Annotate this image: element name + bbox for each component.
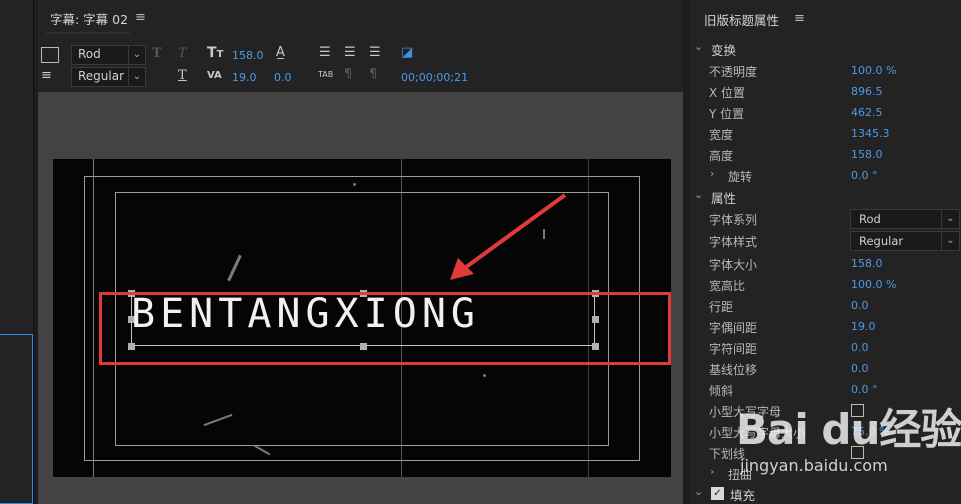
background-video-icon[interactable]: ◪ <box>401 45 413 61</box>
leading-value[interactable]: 0.0 <box>274 71 292 84</box>
prop-row: X 位置 896.5 <box>690 82 961 103</box>
prop-value[interactable]: 0.0 <box>851 341 869 354</box>
prop-row: 高度 158.0 <box>690 145 961 166</box>
prop-label: 字体系列 <box>709 213 758 227</box>
left-panel-strip <box>0 0 34 504</box>
italic-icon[interactable]: T <box>178 46 187 62</box>
chevron-right-icon: › <box>710 465 715 478</box>
prop-row: 不透明度 100.0 % <box>690 61 961 82</box>
font-family-dropdown[interactable]: Rod ⌄ <box>71 45 146 65</box>
prop-label: Y 位置 <box>709 107 745 121</box>
new-title-icon[interactable] <box>41 47 59 63</box>
align-right-icon[interactable]: ☰ <box>369 45 381 61</box>
prop-label: X 位置 <box>709 86 746 100</box>
prop-value[interactable]: 0.0 <box>851 362 869 375</box>
section-label: 属性 <box>711 191 737 206</box>
kerning-icon: VA <box>207 70 222 81</box>
prop-label: 行距 <box>709 300 734 314</box>
tab-underline <box>46 32 130 34</box>
prop-label: 基线位移 <box>709 363 758 377</box>
prop-value[interactable]: 462.5 <box>851 106 883 119</box>
panel-menu-icon[interactable]: ≡ <box>135 10 146 25</box>
font-family-value: Rod <box>78 47 101 61</box>
font-style-select[interactable]: Regular ⌄ <box>850 231 960 251</box>
bold-icon[interactable]: T <box>152 46 162 62</box>
prop-label: 字偶间距 <box>709 321 758 335</box>
panel-menu-icon[interactable]: ≡ <box>794 11 805 26</box>
font-style-value: Regular <box>78 69 125 83</box>
prop-row: 宽度 1345.3 <box>690 124 961 145</box>
section-transform[interactable]: ⌄ 变换 <box>690 39 961 60</box>
title-panel-tab[interactable]: 字幕: 字幕 02 <box>50 9 128 28</box>
prop-value[interactable]: 158.0 <box>851 257 883 270</box>
prop-row: Y 位置 462.5 <box>690 103 961 124</box>
underline-icon[interactable]: T <box>178 68 187 84</box>
leading-icon: A̲ <box>276 45 285 60</box>
chevron-down-icon: ⌄ <box>694 188 704 201</box>
font-size-icon: TT <box>207 45 224 61</box>
prop-row: 字符间距 0.0 <box>690 338 961 359</box>
chevron-down-icon: ⌄ <box>128 45 145 65</box>
select-value: Rod <box>859 212 881 226</box>
prop-label: 字体样式 <box>709 235 758 249</box>
chevron-down-icon: ⌄ <box>941 231 959 251</box>
properties-panel-title: 旧版标题属性 <box>704 13 780 28</box>
prop-label: 宽高比 <box>709 279 746 293</box>
section-properties[interactable]: ⌄ 属性 <box>690 187 961 208</box>
chevron-right-icon: › <box>710 167 715 180</box>
prop-row: 基线位移 0.0 <box>690 359 961 380</box>
font-style-dropdown[interactable]: Regular ⌄ <box>71 67 146 87</box>
tab-stops-icon[interactable]: TAB <box>318 67 333 83</box>
left-panel-selection <box>0 334 33 504</box>
watermark-url: jingyan.baidu.com <box>740 456 888 475</box>
prop-row: 字体大小 158.0 <box>690 254 961 275</box>
tracking-value[interactable]: 19.0 <box>232 71 257 84</box>
prop-row-rotation[interactable]: › 旋转 0.0 ° <box>690 166 961 187</box>
fill-checkbox[interactable]: ✓ <box>711 487 724 500</box>
film-scratch <box>93 159 94 477</box>
watermark-logo: Bai du经验 <box>736 405 961 454</box>
prop-value[interactable]: 0.0 ° <box>851 169 878 182</box>
prop-value[interactable]: 158.0 <box>851 148 883 161</box>
chevron-down-icon: ⌄ <box>128 67 145 87</box>
align-center-icon[interactable]: ☰ <box>344 45 356 61</box>
prop-label: 字符间距 <box>709 342 758 356</box>
prop-value[interactable]: 0.0 ° <box>851 383 878 396</box>
prop-value[interactable]: 896.5 <box>851 85 883 98</box>
prop-value[interactable]: 19.0 <box>851 320 876 333</box>
align-left-icon[interactable]: ☰ <box>319 45 331 61</box>
prop-value[interactable]: 1345.3 <box>851 127 890 140</box>
prop-label: 不透明度 <box>709 65 758 79</box>
annotation-highlight-box <box>99 292 671 365</box>
paragraph-icon-2[interactable]: ¶ <box>369 67 377 83</box>
prop-row: 字偶间距 19.0 <box>690 317 961 338</box>
prop-label: 倾斜 <box>709 384 734 398</box>
paragraph-icon[interactable]: ¶ <box>344 67 352 83</box>
select-value: Regular <box>859 234 904 248</box>
dust-speck <box>353 183 356 186</box>
prop-value[interactable]: 100.0 % <box>851 278 896 291</box>
prop-label: 高度 <box>709 149 734 163</box>
chevron-down-icon: ⌄ <box>694 40 704 53</box>
prop-row: 宽高比 100.0 % <box>690 275 961 296</box>
prop-row: 字体系列 Rod ⌄ <box>690 209 961 230</box>
section-label: 填充 <box>730 488 756 503</box>
timecode[interactable]: 00;00;00;21 <box>401 71 468 84</box>
prop-label: 宽度 <box>709 128 734 142</box>
prop-label: 旋转 <box>728 170 753 184</box>
chevron-down-icon: ⌄ <box>941 209 959 229</box>
chevron-down-icon: ⌄ <box>694 485 704 498</box>
font-family-select[interactable]: Rod ⌄ <box>850 209 960 229</box>
prop-row: 字体样式 Regular ⌄ <box>690 231 961 252</box>
section-fill[interactable]: ⌄ ✓ 填充 <box>690 484 961 504</box>
prop-label: 字体大小 <box>709 258 758 272</box>
section-label: 变换 <box>711 43 737 58</box>
roll-crawl-icon[interactable]: ≡ <box>41 68 52 84</box>
prop-value[interactable]: 0.0 <box>851 299 869 312</box>
dust-speck <box>483 374 486 377</box>
font-size-value[interactable]: 158.0 <box>232 49 264 62</box>
annotation-arrow-icon <box>450 193 567 280</box>
prop-row: 行距 0.0 <box>690 296 961 317</box>
prop-value[interactable]: 100.0 % <box>851 64 896 77</box>
